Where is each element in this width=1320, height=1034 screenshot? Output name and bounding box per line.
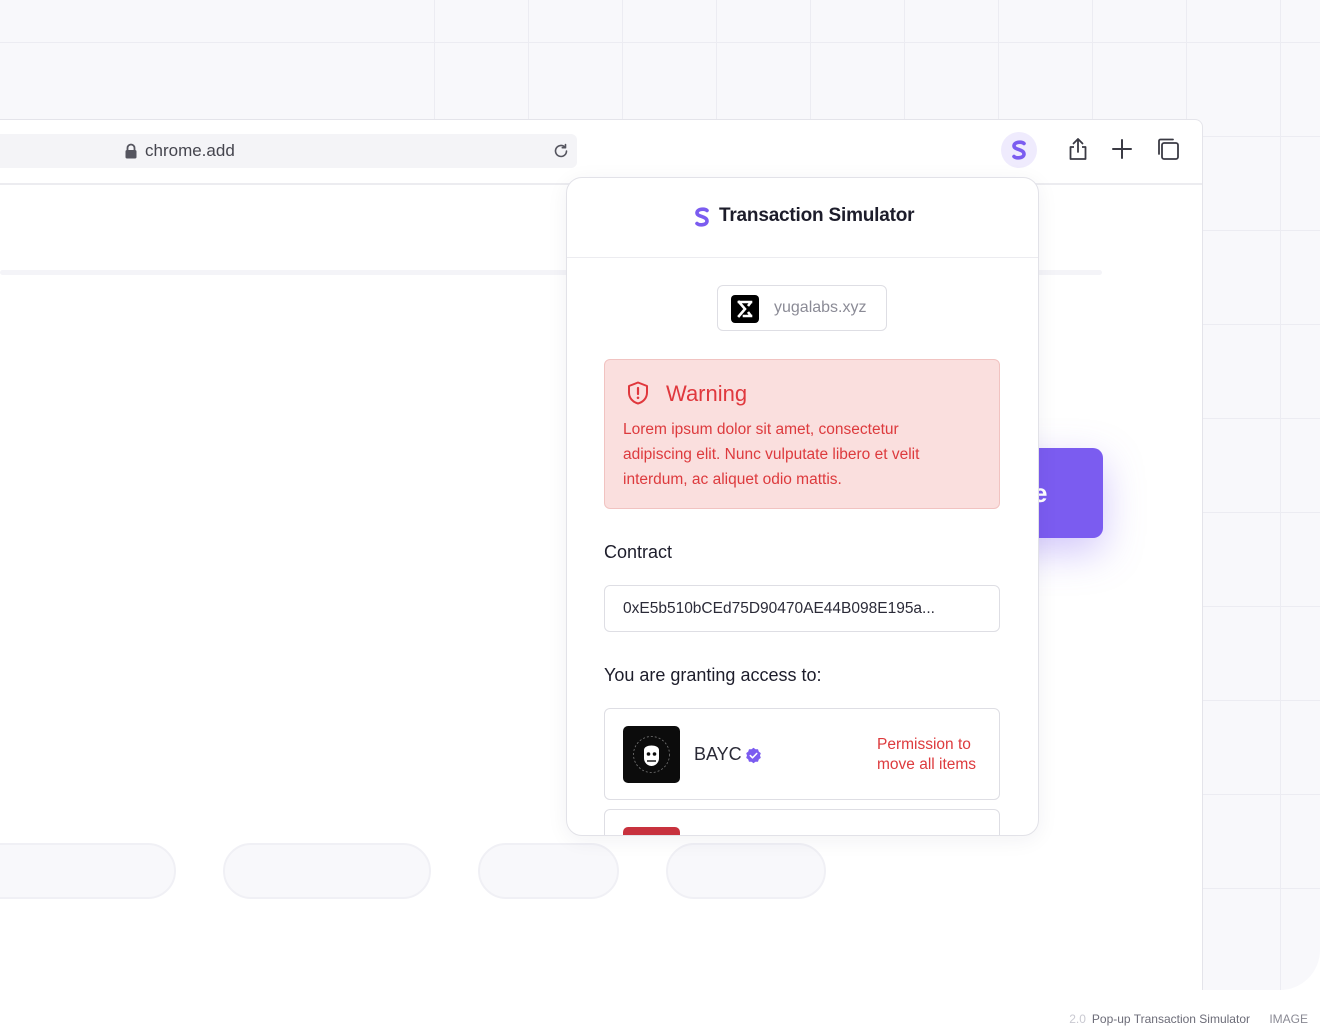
contract-label: Contract [604,542,673,562]
transaction-simulator-popup: Transaction Simulator yugalabs.xyz Warni… [566,177,1039,836]
browser-toolbar: chrome.add [0,120,1202,185]
popup-title: Transaction Simulator [719,205,915,226]
footer-caption: 2.0 Pop-up Transaction Simulator [1069,1012,1250,1026]
placeholder-pill [478,843,619,899]
address-bar[interactable]: chrome.add [0,134,577,168]
shield-warning-icon [628,381,648,405]
site-domain: yugalabs.xyz [774,299,867,316]
contract-address: 0xE5b510bCEd75D90470AE44B098E195a... [623,600,935,617]
access-item[interactable] [604,809,1000,835]
bayc-logo-icon [623,726,680,783]
site-chip: yugalabs.xyz [717,285,887,331]
collection-thumbnail [623,827,680,835]
plus-icon[interactable] [1109,136,1135,162]
share-icon[interactable] [1065,136,1091,162]
warning-panel: Warning Lorem ipsum dolor sit amet, cons… [604,359,1000,509]
reload-icon[interactable] [552,142,570,160]
placeholder-pill [223,843,431,899]
collection-name: BAYC [694,744,742,764]
warning-message: Lorem ipsum dolor sit amet, consectetur … [623,421,920,488]
presentation-canvas: chrome.add e Transaction Simulator yugal… [0,0,1320,990]
contract-address-field[interactable]: 0xE5b510bCEd75D90470AE44B098E195a... [604,585,1000,632]
permission-text: Permission to move all items [877,736,977,773]
verified-badge-icon [746,747,761,764]
tabs-icon[interactable] [1155,136,1181,162]
warning-title: Warning [666,381,748,406]
extension-icon [1012,140,1026,160]
access-label: You are granting access to: [604,665,822,685]
popup-header: Transaction Simulator [567,178,1038,258]
url-text: chrome.add [145,141,235,160]
access-item[interactable]: BAYC Permission to move all items [604,708,1000,800]
footer-kind-label: IMAGE [1269,1012,1308,1026]
lock-icon [125,143,137,159]
extension-button[interactable] [1001,132,1037,168]
placeholder-pill [0,843,176,899]
simulator-logo-icon [695,207,709,227]
placeholder-pill [666,843,826,899]
yuga-labs-logo-icon [731,295,759,323]
